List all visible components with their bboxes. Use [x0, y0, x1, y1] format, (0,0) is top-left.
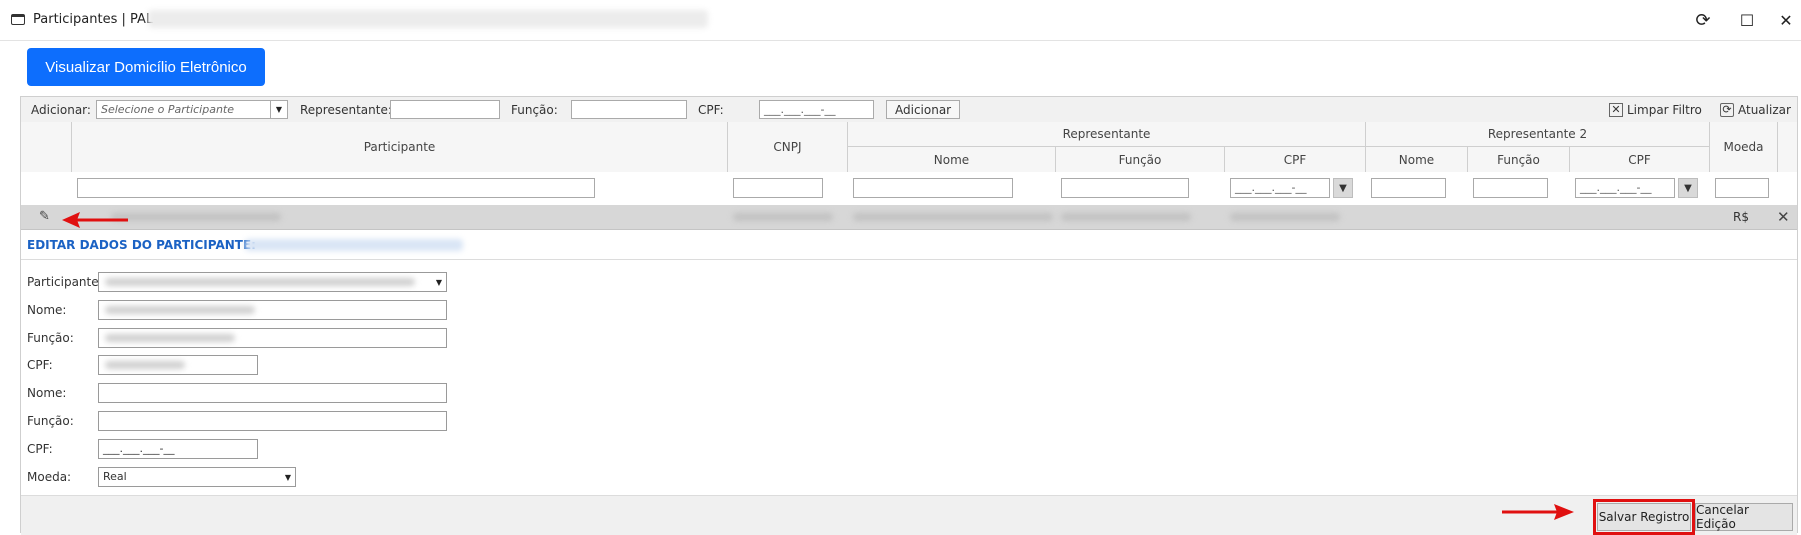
view-electronic-domicile-button[interactable]: Visualizar Domicílio Eletrônico	[27, 48, 265, 86]
function1-field[interactable]	[98, 328, 447, 348]
header-rep2-function[interactable]: Função	[1467, 147, 1569, 172]
representative-input[interactable]	[390, 100, 500, 119]
cpf-input[interactable]: ___.___.___-__	[759, 100, 874, 119]
currency-value: Real	[103, 470, 127, 483]
filter-rep2-name[interactable]	[1371, 178, 1446, 198]
header-select-col	[21, 122, 71, 172]
name1-label: Nome:	[27, 303, 67, 317]
row-currency: R$	[1733, 210, 1749, 224]
cpf2-label: CPF:	[27, 442, 53, 456]
close-icon[interactable]: ✕	[1777, 208, 1790, 226]
clear-filter-button[interactable]: ✕ Limpar Filtro	[1609, 100, 1702, 119]
cpf1-field-redacted	[105, 361, 185, 369]
grid-filter-row: ___.___.___-__ ▼ ___.___.___-__ ▼	[21, 172, 1797, 206]
window-icon	[11, 14, 25, 25]
function1-field-redacted	[105, 334, 235, 342]
pencil-icon[interactable]: ✎	[39, 209, 50, 224]
participant-select[interactable]: Selecione o Participante ▼	[96, 100, 288, 119]
cpf2-field[interactable]: ___.___.___-__	[98, 439, 258, 459]
function2-label: Função:	[27, 414, 74, 428]
refresh-button[interactable]: ⟳ Atualizar	[1720, 100, 1791, 119]
grid-header: Participante CNPJ Representante Nome Fun…	[21, 122, 1797, 173]
participant-label: Participante:	[27, 275, 103, 289]
add-label: Adicionar:	[31, 103, 91, 117]
cpf1-field[interactable]	[98, 355, 258, 375]
chevron-down-icon[interactable]: ▼	[270, 101, 287, 118]
representative-label: Representante:	[300, 103, 392, 117]
name2-label: Nome:	[27, 386, 67, 400]
filter-rep-name[interactable]	[853, 178, 1013, 198]
header-rep-cpf[interactable]: CPF	[1224, 147, 1365, 172]
annotation-arrow-right	[1502, 504, 1574, 520]
currency-select[interactable]: Real ▼	[98, 467, 296, 487]
name1-field-redacted	[105, 306, 255, 314]
title-redacted	[148, 10, 708, 28]
function-input[interactable]	[571, 100, 687, 119]
chevron-down-icon[interactable]: ▼	[432, 273, 446, 291]
participant-field-redacted	[105, 278, 415, 286]
refresh-icon[interactable]: ⟳	[1691, 8, 1715, 32]
save-button[interactable]: Salvar Registro	[1593, 499, 1695, 535]
participant-select-placeholder: Selecione o Participante	[101, 103, 235, 116]
filter-funnel-icon[interactable]: ▼	[1333, 178, 1353, 198]
name1-field[interactable]	[98, 300, 447, 320]
filter-currency[interactable]	[1715, 178, 1769, 198]
header-representative2-group: Representante 2	[1365, 122, 1709, 147]
header-currency[interactable]: Moeda	[1709, 122, 1777, 172]
row-rep-cpf-redacted	[1230, 213, 1340, 221]
refresh-label: Atualizar	[1738, 102, 1791, 117]
function-label: Função:	[511, 103, 558, 117]
row-participant-redacted	[111, 213, 281, 221]
edit-form-title-redacted	[245, 239, 463, 251]
grid-toolbar: Adicionar: Selecione o Participante ▼ Re…	[21, 97, 1797, 123]
header-rep-function[interactable]: Função	[1055, 147, 1224, 172]
row-cnpj-redacted	[733, 213, 833, 221]
chevron-down-icon[interactable]: ▼	[281, 468, 295, 486]
cancel-button[interactable]: Cancelar Edição	[1695, 503, 1793, 531]
header-rep2-cpf[interactable]: CPF	[1569, 147, 1709, 172]
filter-rep2-cpf[interactable]: ___.___.___-__	[1575, 178, 1675, 198]
participant-field[interactable]: ▼	[98, 272, 447, 292]
edit-form-title: EDITAR DADOS DO PARTICIPANTE:	[27, 238, 256, 252]
add-button[interactable]: Adicionar	[886, 100, 961, 119]
cpf-label: CPF:	[698, 103, 724, 117]
maximize-icon[interactable]: ☐	[1735, 8, 1759, 32]
table-row[interactable]: ✎ R$ ✕	[21, 205, 1797, 230]
filter-funnel-icon-2[interactable]: ▼	[1678, 178, 1698, 198]
header-participant[interactable]: Participante	[71, 122, 727, 172]
window-title: Participantes | PAL	[33, 12, 154, 27]
filter-participant[interactable]	[77, 178, 595, 198]
function1-label: Função:	[27, 331, 74, 345]
window-titlebar: Participantes | PAL ⟳ ☐ ✕	[0, 0, 1801, 41]
filter-rep2-function[interactable]	[1473, 178, 1548, 198]
function2-field[interactable]	[98, 411, 447, 431]
clear-filter-label: Limpar Filtro	[1627, 102, 1702, 117]
close-icon[interactable]: ✕	[1774, 8, 1798, 32]
name2-field[interactable]	[98, 383, 447, 403]
header-cnpj[interactable]: CNPJ	[727, 122, 847, 172]
header-rep-name[interactable]: Nome	[847, 147, 1055, 172]
participants-panel: Adicionar: Selecione o Participante ▼ Re…	[20, 96, 1798, 535]
refresh-small-icon: ⟳	[1720, 102, 1734, 117]
edit-form-header: EDITAR DADOS DO PARTICIPANTE:	[21, 229, 1797, 260]
header-rep2-name[interactable]: Nome	[1365, 147, 1467, 172]
clear-filter-icon: ✕	[1609, 102, 1623, 117]
row-rep-name-redacted	[853, 213, 1053, 221]
currency-label: Moeda:	[27, 470, 72, 484]
cpf1-label: CPF:	[27, 358, 53, 372]
header-scroll-spacer	[1777, 122, 1797, 172]
header-representative-group: Representante	[847, 122, 1365, 147]
filter-cnpj[interactable]	[733, 178, 823, 198]
filter-rep-cpf[interactable]: ___.___.___-__	[1230, 178, 1330, 198]
annotation-arrow-left	[62, 212, 128, 228]
filter-rep-function[interactable]	[1061, 178, 1189, 198]
row-rep-function-redacted	[1061, 213, 1191, 221]
